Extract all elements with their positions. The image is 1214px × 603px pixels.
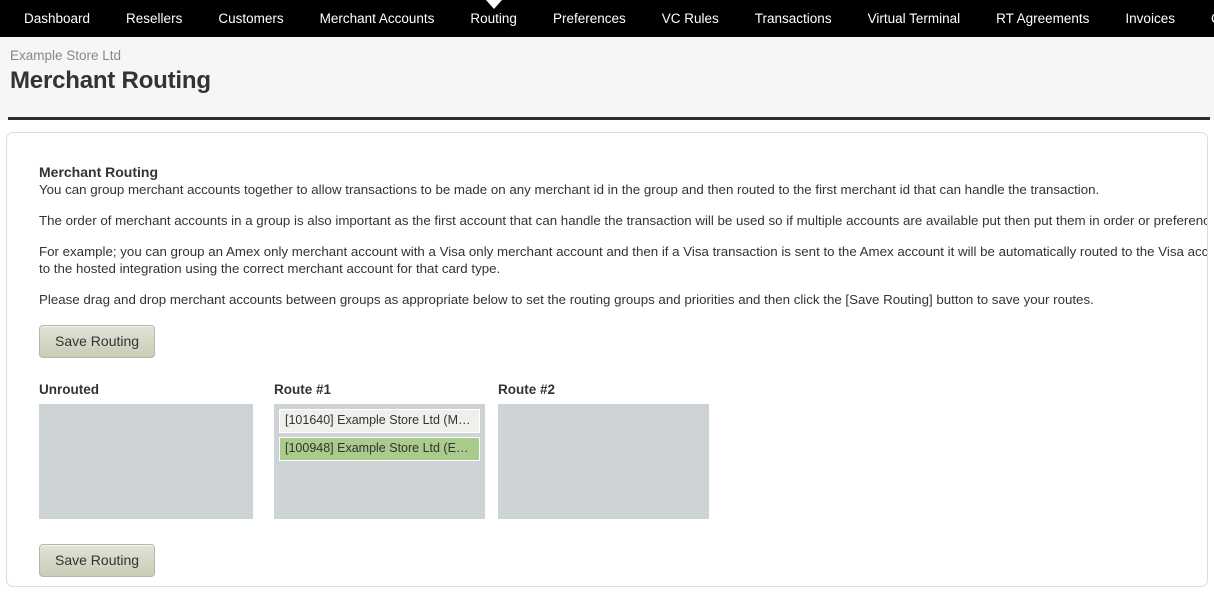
merchant-account-item[interactable]: [100948] Example Store Ltd (EC… [279, 437, 480, 461]
page-header: Example Store Ltd Merchant Routing [0, 37, 1214, 120]
nav-item-label: RT Agreements [996, 11, 1090, 26]
main-navigation: Dashboard Resellers Customers Merchant A… [0, 0, 1214, 37]
column-label-route-2: Route #2 [498, 382, 556, 397]
routing-columns: Unrouted Route #1 [101640] Example Store… [39, 381, 1175, 519]
nav-item-preferences[interactable]: Preferences [535, 0, 644, 37]
intro-paragraph-1: You can group merchant accounts together… [39, 182, 1100, 197]
nav-item-merchant-accounts[interactable]: Merchant Accounts [302, 0, 453, 37]
breadcrumb-org-name: Example Store Ltd [10, 48, 122, 63]
nav-item-label: Preferences [552, 11, 626, 26]
routing-column-unrouted: Unrouted [39, 381, 262, 519]
intro-paragraph-3: For example; you can group an Amex only … [39, 244, 1208, 259]
instructions-paragraph: Please drag and drop merchant accounts b… [39, 292, 1094, 307]
intro-paragraph-3-continued: to the hosted integration using the corr… [39, 261, 501, 276]
dropzone-route-1[interactable]: [101640] Example Store Ltd (MO… [100948]… [274, 404, 485, 519]
nav-item-label: Transactions [754, 11, 832, 26]
routing-column-route-1: Route #1 [101640] Example Store Ltd (MO…… [274, 381, 486, 519]
nav-item-label: VC Rules [661, 11, 719, 26]
section-title: Merchant Routing [39, 164, 158, 180]
nav-item-label: Merchant Accounts [319, 11, 435, 26]
nav-item-label: Resellers [126, 11, 183, 26]
nav-item-customer-invoices[interactable]: Customer Invoi [1193, 0, 1214, 37]
column-label-unrouted: Unrouted [39, 382, 99, 397]
dropzone-unrouted[interactable] [39, 404, 253, 519]
nav-item-label: Dashboard [24, 11, 91, 26]
intro-paragraph-2: The order of merchant accounts in a grou… [39, 213, 1208, 228]
nav-item-resellers[interactable]: Resellers [108, 0, 200, 37]
routing-panel: Merchant Routing You can group merchant … [6, 132, 1208, 587]
save-routing-button-bottom[interactable]: Save Routing [39, 544, 156, 577]
nav-item-label: Virtual Terminal [867, 11, 961, 26]
nav-item-transactions[interactable]: Transactions [737, 0, 850, 37]
nav-item-vc-rules[interactable]: VC Rules [644, 0, 737, 37]
nav-item-routing[interactable]: Routing [452, 0, 535, 37]
nav-item-virtual-terminal[interactable]: Virtual Terminal [850, 0, 979, 37]
nav-item-invoices[interactable]: Invoices [1107, 0, 1193, 37]
nav-item-label: Invoices [1125, 11, 1175, 26]
nav-item-label: Customers [218, 11, 284, 26]
merchant-account-item[interactable]: [101640] Example Store Ltd (MO… [279, 409, 480, 433]
nav-item-rt-agreements[interactable]: RT Agreements [978, 0, 1107, 37]
page-title: Merchant Routing [10, 67, 211, 94]
nav-list: Dashboard Resellers Customers Merchant A… [0, 0, 1214, 37]
nav-item-label: Routing [470, 11, 517, 26]
dropzone-route-2[interactable] [498, 404, 709, 519]
header-divider [8, 117, 1210, 120]
nav-item-customers[interactable]: Customers [200, 0, 301, 37]
content-wrapper: Merchant Routing You can group merchant … [0, 120, 1214, 587]
routing-column-route-2: Route #2 [498, 381, 710, 519]
save-routing-button-top[interactable]: Save Routing [39, 325, 156, 358]
nav-item-dashboard[interactable]: Dashboard [6, 0, 108, 37]
column-label-route-1: Route #1 [274, 382, 332, 397]
